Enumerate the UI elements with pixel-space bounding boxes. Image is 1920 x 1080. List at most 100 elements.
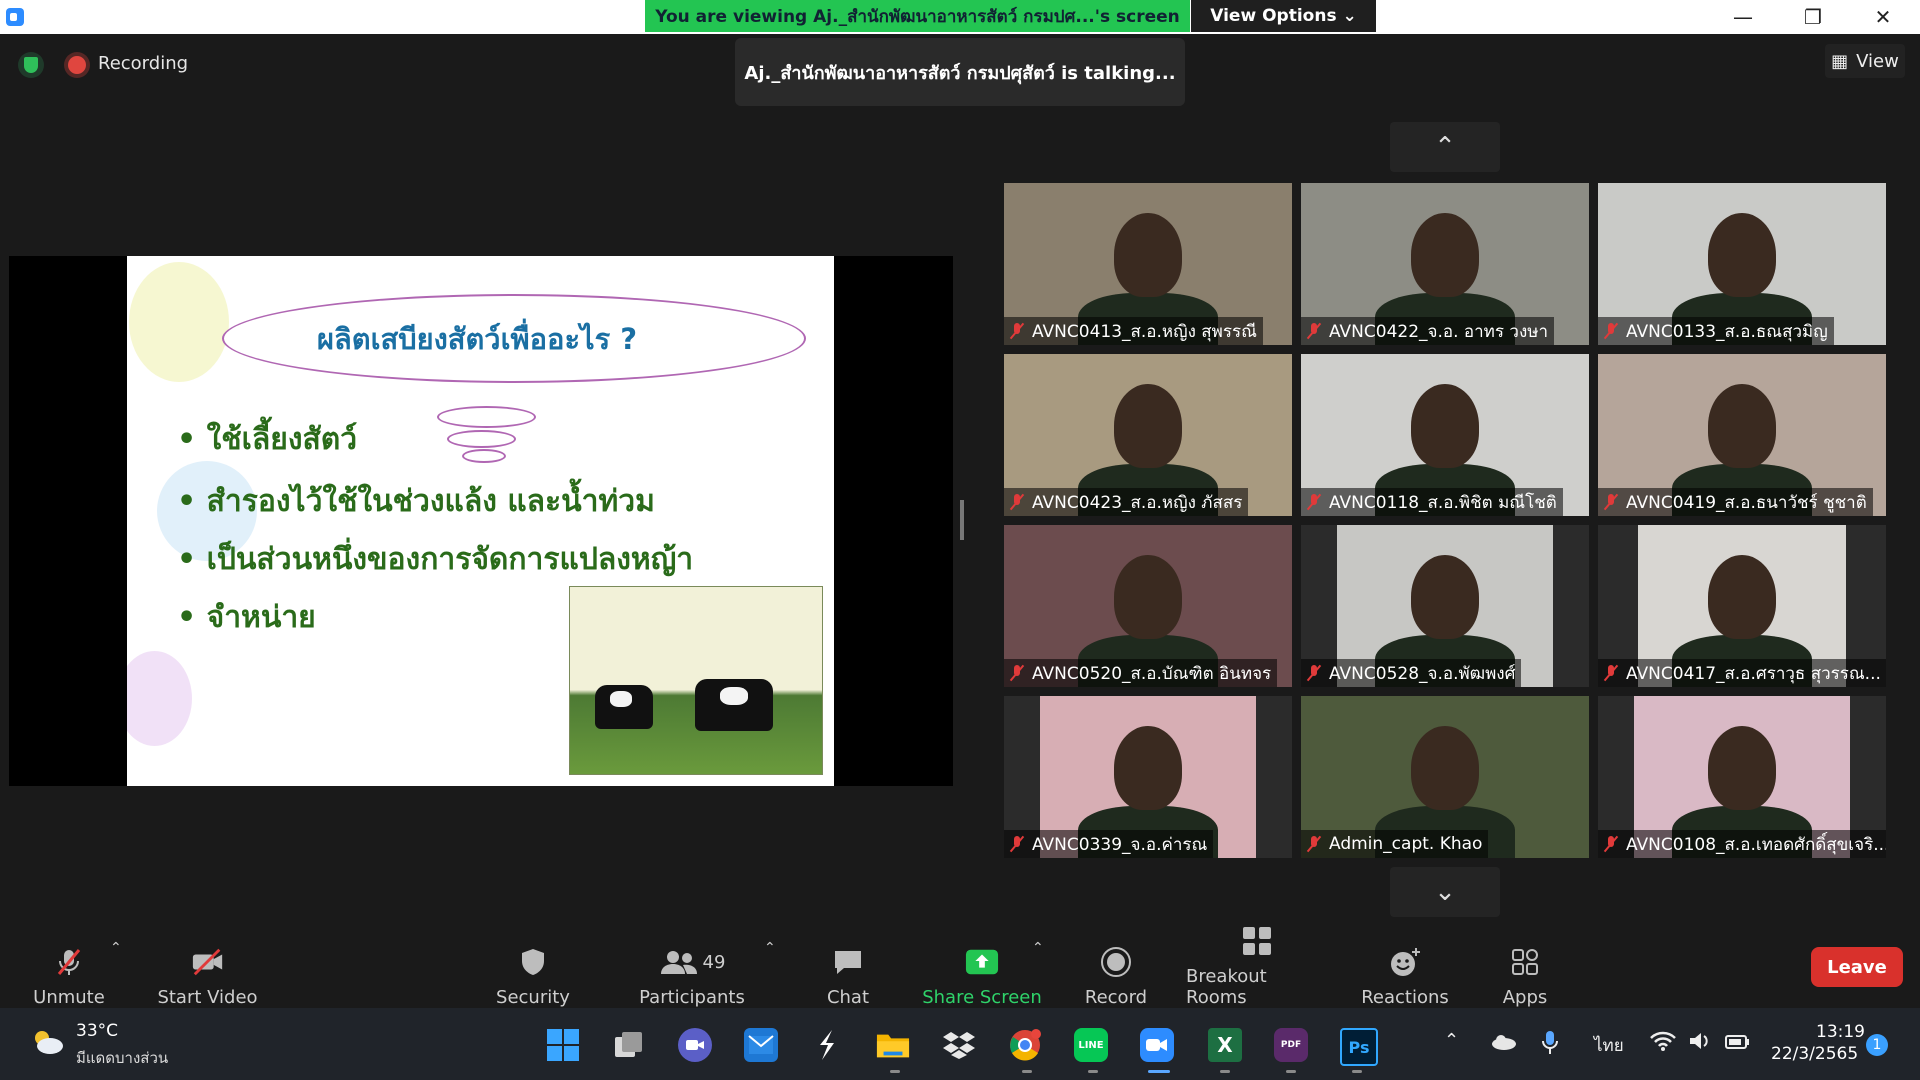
notification-badge[interactable]: 1 [1866,1034,1888,1056]
start-video-button[interactable]: Start Video [150,930,265,1008]
participant-tile[interactable]: Admin_capt. Khao [1301,696,1589,858]
participant-name-bar: AVNC0419_ส.อ.ธนาวัชร์ ชูชาติ [1598,488,1873,516]
cows-grazing-image [569,586,823,775]
task-view-icon[interactable] [612,1028,646,1062]
volume-icon[interactable] [1688,1030,1712,1057]
share-options-chevron-up-icon[interactable]: ⌃ [1032,940,1044,956]
muted-mic-icon [1307,494,1321,510]
reactions-button[interactable]: Reactions [1355,930,1455,1008]
muted-mic-icon [1604,323,1618,339]
leave-button[interactable]: Leave [1811,947,1903,987]
participant-tile[interactable]: AVNC0520_ส.อ.บัณฑิต อินทจร [1004,525,1292,687]
dropbox-icon[interactable] [942,1028,976,1062]
muted-mic-icon [1604,665,1618,681]
participant-name: AVNC0422_จ.อ. อาทร วงษา [1329,321,1548,342]
zoom-icon[interactable] [1140,1028,1174,1062]
participant-name: Admin_capt. Khao [1329,834,1483,854]
participant-name-bar: AVNC0133_ส.อ.ธณสุวมิญ [1598,317,1834,345]
security-button[interactable]: Security [490,930,576,1008]
chat-button[interactable]: Chat [810,930,886,1008]
restore-icon[interactable]: ❐ [1783,0,1843,34]
participant-name-bar: AVNC0520_ส.อ.บัณฑิต อินทจร [1004,659,1278,687]
running-indicator [1286,1070,1296,1073]
view-button[interactable]: ▦ View [1825,44,1905,78]
participant-name-bar: AVNC0339_จ.อ.ค่ารณ [1004,830,1214,858]
gallery-prev-chevron-up-icon[interactable]: ⌃ [1390,122,1500,172]
muted-mic-icon [1307,665,1321,681]
zoom-app-icon [6,8,24,26]
mail-icon[interactable] [744,1028,778,1062]
participant-tile[interactable]: AVNC0133_ส.อ.ธณสุวมิญ [1598,183,1886,345]
excel-icon[interactable]: X [1208,1028,1242,1062]
participant-name-bar: AVNC0422_จ.อ. อาทร วงษา [1301,317,1554,345]
teams-chat-icon[interactable] [678,1028,712,1062]
share-screen-button[interactable]: Share Screen [922,930,1042,1008]
clock-date[interactable]: 22/3/2565 [1771,1044,1858,1064]
participant-tile[interactable]: AVNC0339_จ.อ.ค่ารณ [1004,696,1292,858]
participant-name-bar: Admin_capt. Khao [1301,830,1489,858]
battery-icon[interactable] [1724,1030,1752,1057]
shield-icon [516,947,550,977]
minimize-icon[interactable]: — [1713,0,1773,34]
apps-button[interactable]: Apps [1490,930,1560,1008]
file-explorer-icon[interactable] [876,1028,910,1062]
gallery-next-chevron-down-icon[interactable]: ⌄ [1390,867,1500,917]
thought-bubble [437,406,536,428]
recording-label[interactable]: Recording [98,53,188,74]
slide-bullet: จำหน่าย [177,594,316,641]
participant-name: AVNC0108_ส.อ.เทอดศักดิ์สุขเจริ... [1626,834,1886,855]
audio-options-chevron-up-icon[interactable]: ⌃ [110,940,122,956]
participant-tile[interactable]: AVNC0108_ส.อ.เทอดศักดิ์สุขเจริ... [1598,696,1886,858]
microphone-icon[interactable] [1542,1030,1558,1061]
participant-tile[interactable]: AVNC0423_ส.อ.หญิง ภัสสร [1004,354,1292,516]
participant-name: AVNC0417_ส.อ.ศราวุธ สุวรรณ... [1626,663,1881,684]
weather-cloud-sun-icon[interactable] [30,1028,64,1054]
balloon-decoration [127,651,192,746]
clock-time[interactable]: 13:19 [1816,1022,1865,1042]
participant-tile[interactable]: AVNC0419_ส.อ.ธนาวัชร์ ชูชาติ [1598,354,1886,516]
participants-options-chevron-up-icon[interactable]: ⌃ [764,940,776,956]
unmute-button[interactable]: Unmute [20,930,118,1008]
chat-label: Chat [826,987,870,1008]
record-button[interactable]: Record [1078,930,1154,1008]
recording-icon [68,56,86,74]
weather-description[interactable]: มีแดดบางส่วน [76,1046,168,1070]
record-icon [1099,947,1133,977]
muted-microphone-icon [52,947,86,977]
participant-tile[interactable]: AVNC0422_จ.อ. อาทร วงษา [1301,183,1589,345]
participant-tile[interactable]: AVNC0413_ส.อ.หญิง สุพรรณี [1004,183,1292,345]
close-icon[interactable]: ✕ [1853,0,1913,34]
participant-name: AVNC0118_ส.อ.พิชิต มณีโชติ [1329,492,1557,513]
participants-label: Participants [639,987,745,1008]
panel-resize-handle[interactable] [960,500,964,540]
wifi-icon[interactable] [1650,1030,1676,1057]
participants-button[interactable]: 49 Participants [637,930,747,1008]
security-label: Security [496,987,570,1008]
chrome-icon[interactable] [1008,1028,1042,1062]
encryption-shield-icon[interactable] [18,52,44,78]
running-indicator [1352,1070,1362,1073]
participant-tile[interactable]: AVNC0528_จ.อ.พัฒพงศ์ [1301,525,1589,687]
photoshop-icon[interactable]: Ps [1340,1028,1378,1066]
participant-name-bar: AVNC0423_ส.อ.หญิง ภัสสร [1004,488,1249,516]
pdf-icon[interactable]: PDF [1274,1028,1308,1062]
line-icon[interactable]: LINE [1074,1028,1108,1062]
participant-name-bar: AVNC0118_ส.อ.พิชิต มณีโชติ [1301,488,1563,516]
language-indicator[interactable]: ไทย [1594,1032,1624,1059]
share-screen-icon [965,947,999,977]
onedrive-cloud-icon[interactable] [1490,1034,1518,1055]
weather-temperature[interactable]: 33°C [76,1021,118,1041]
participant-tile[interactable]: AVNC0118_ส.อ.พิชิต มณีโชติ [1301,354,1589,516]
chevron-up-icon[interactable]: ⌃ [1444,1030,1459,1051]
unmute-label: Unmute [33,987,105,1008]
breakout-rooms-label: Breakout Rooms [1186,966,1267,1008]
breakout-rooms-button[interactable]: Breakout Rooms [1186,927,1328,1008]
window-title: Zoom Meeting [30,6,146,26]
view-options-button[interactable]: View Options ⌄ [1191,0,1376,32]
muted-mic-icon [1307,323,1321,339]
participant-tile[interactable]: AVNC0417_ส.อ.ศราวุธ สุวรรณ... [1598,525,1886,687]
active-indicator [1148,1070,1170,1073]
windows-start-icon[interactable] [546,1028,580,1062]
slide-bullet: ใช้เลี้ยงสัตว์ [177,416,358,463]
app-s-icon[interactable] [810,1028,844,1062]
